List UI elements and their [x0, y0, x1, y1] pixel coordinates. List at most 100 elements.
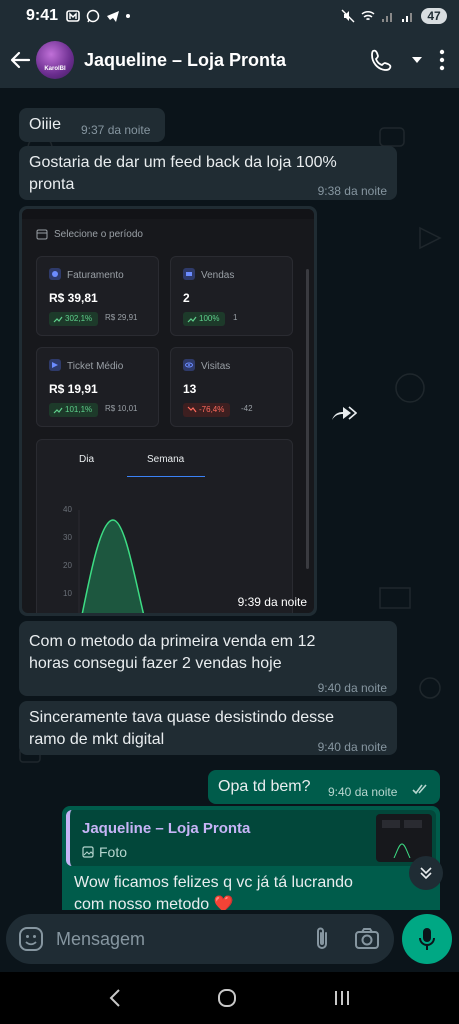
message-bubble-incoming[interactable]: Gostaria de dar um feed back da loja 100… [19, 146, 397, 200]
message-time: 9:37 da noite [81, 123, 151, 137]
card-value: R$ 39,81 [49, 291, 98, 305]
notification-m-icon [66, 10, 80, 22]
emoji-sticker-icon[interactable] [18, 926, 44, 952]
card-value: 2 [183, 291, 190, 305]
badge-value: -76,4% [199, 405, 225, 414]
card-title: Visitas [201, 361, 231, 372]
call-icon[interactable] [369, 48, 395, 72]
message-bubble-incoming[interactable]: Com o metodo da primeira venda em 12 hor… [19, 621, 397, 696]
trend-badge: 302,1% [49, 312, 99, 326]
arrow-left-icon [10, 51, 31, 69]
voice-record-button[interactable] [402, 914, 452, 964]
quote-type-label: Foto [99, 844, 128, 860]
quote-author: Jaqueline – Loja Pronta [82, 820, 251, 837]
dashboard-screenshot[interactable]: Selecione o período Faturamento R$ 39,81… [22, 209, 314, 613]
active-tab-indicator [127, 476, 205, 477]
message-time: 9:40 da noite [317, 681, 387, 695]
card-value: 13 [183, 382, 197, 396]
message-bubble-incoming[interactable]: Oiiie 9:37 da noite [19, 108, 165, 142]
double-chevron-down-icon [420, 867, 432, 880]
status-bar: 9:41 47 [0, 0, 459, 32]
card-previous: 1 [233, 313, 238, 322]
tab-dia: Dia [79, 454, 95, 465]
message-text: horas consegui fazer 2 vendas hoje [29, 655, 282, 672]
call-dropdown-icon[interactable] [411, 55, 423, 65]
metric-card-vendas: Vendas 2 100% 1 [170, 256, 293, 336]
y-tick: 40 [63, 505, 72, 514]
message-time: 9:38 da noite [317, 184, 387, 198]
contact-name[interactable]: Jaqueline – Loja Pronta [84, 50, 286, 71]
system-icons: 47 [341, 8, 447, 24]
message-input[interactable]: Mensagem [6, 914, 394, 964]
card-previous: R$ 29,91 [105, 313, 138, 322]
kebab-menu-icon[interactable] [439, 49, 445, 71]
card-title: Ticket Médio [67, 361, 124, 372]
trend-up-icon [53, 316, 63, 323]
message-text: Com o metodo da primeira venda em 12 [29, 633, 316, 650]
tab-semana: Semana [147, 454, 185, 465]
screenshot-top-strip [22, 209, 314, 219]
message-text: com nosso metodo ❤️ [74, 896, 234, 910]
signal-icon [382, 13, 392, 22]
message-bubble-outgoing[interactable]: Opa td bem? 9:40 da noite [208, 770, 440, 804]
metric-card-faturamento: Faturamento R$ 39,81 302,1% R$ 29,91 [36, 256, 159, 336]
contact-avatar[interactable]: KarolBI [36, 41, 74, 79]
image-message-bubble[interactable]: Selecione o período Faturamento R$ 39,81… [19, 206, 317, 616]
card-value: R$ 19,91 [49, 382, 98, 396]
quote-type: Foto [82, 841, 127, 863]
y-tick: 10 [63, 589, 72, 598]
photo-icon [82, 846, 94, 858]
trend-down-icon [187, 406, 197, 413]
metric-card-ticket-medio: Ticket Médio R$ 19,91 101,1% R$ 10,01 [36, 347, 159, 427]
image-time: 9:39 da noite [237, 595, 307, 609]
scroll-to-bottom-button[interactable] [409, 856, 443, 890]
system-nav-bar [0, 972, 459, 1024]
message-text: Oiiie [29, 116, 62, 133]
message-text: Sinceramente tava quase desistindo desse [29, 709, 335, 726]
message-placeholder: Mensagem [56, 928, 146, 949]
card-title: Vendas [201, 270, 235, 281]
trend-badge: 100% [183, 312, 226, 326]
status-time: 9:41 [26, 7, 59, 24]
telegram-notification-icon [107, 11, 120, 22]
y-tick: 30 [63, 533, 72, 542]
chat-area[interactable]: Oiiie 9:37 da noite Gostaria de dar um f… [0, 88, 459, 910]
reply-quote[interactable]: Jaqueline – Loja Pronta Foto [66, 810, 436, 866]
message-bubble-outgoing-reply[interactable]: Jaqueline – Loja Pronta Foto Wow ficamos… [62, 806, 440, 910]
nav-recents-icon[interactable] [332, 988, 352, 1008]
message-text: Gostaria de dar um feed back da loja 100… [29, 154, 337, 171]
forward-icon [332, 406, 357, 420]
nav-back-icon[interactable] [107, 988, 123, 1008]
badge-value: 100% [199, 314, 220, 323]
forward-button[interactable] [327, 396, 361, 430]
period-label: Selecione o período [54, 228, 143, 240]
cart-icon [183, 268, 195, 280]
trend-badge: 101,1% [49, 403, 99, 417]
signal2-icon [402, 13, 412, 22]
ticket-icon [49, 359, 61, 371]
wifi-icon [361, 10, 375, 21]
camera-icon[interactable] [354, 927, 380, 951]
chart-area [82, 520, 144, 613]
card-previous: R$ 10,01 [105, 404, 138, 413]
badge-value: 302,1% [65, 314, 93, 323]
badge-value: 101,1% [65, 405, 93, 414]
currency-icon [49, 268, 61, 280]
metric-card-visitas: Visitas 13 -76,4% -42 [170, 347, 293, 427]
avatar-label: KarolBI [44, 66, 66, 72]
mic-icon [419, 928, 435, 950]
whatsapp-notification-icon [86, 9, 100, 23]
trend-up-icon [187, 316, 197, 323]
chart-panel: Dia Semana 40 30 20 10 [36, 439, 293, 613]
attach-icon[interactable] [312, 926, 332, 952]
period-selector: Selecione o período [36, 223, 176, 245]
notification-icons [66, 9, 131, 23]
eye-icon [183, 359, 195, 371]
message-bubble-incoming[interactable]: Sinceramente tava quase desistindo desse… [19, 701, 397, 755]
more-notifications-dot [126, 14, 131, 18]
back-button[interactable] [4, 44, 36, 76]
nav-home-icon[interactable] [216, 987, 238, 1009]
calendar-icon [36, 229, 48, 240]
trend-up-icon [53, 407, 63, 414]
message-text: Wow ficamos felizes q vc já tá lucrando [74, 874, 353, 891]
